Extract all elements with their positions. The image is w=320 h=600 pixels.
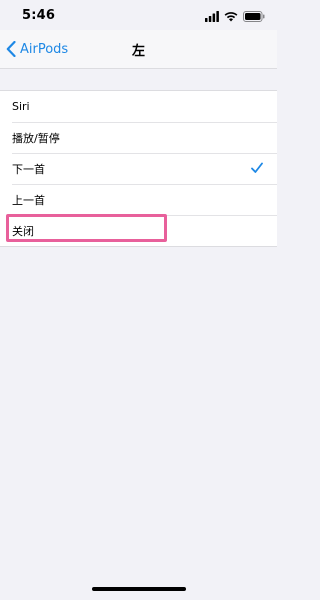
checkmark-icon [251,162,263,173]
status-time: 5:46 [22,8,56,23]
list-item-previous-track[interactable]: 上一首 [0,184,277,215]
list-item-label: 下一首 [12,162,45,176]
press-action-list: Siri 播放/暂停 下一首 上一首 关闭 [0,90,277,247]
list-item-siri[interactable]: Siri [0,91,277,122]
status-bar: 5:46 [0,0,277,30]
signal-bars-icon [205,10,219,22]
list-item-next-track[interactable]: 下一首 [0,153,277,184]
page-title: 左 [131,44,145,59]
battery-icon [243,10,265,22]
navigation-bar: AirPods 左 [0,30,277,69]
wifi-icon [224,11,238,21]
list-item-off[interactable]: 关闭 [0,215,277,246]
list-item-label: 上一首 [12,193,45,207]
airpods-left-press-settings-screen: 5:46 AirPods 左 Siri 播放/暂停 下一首 上一首 关闭 [0,0,277,600]
list-item-label: Siri [12,100,30,113]
list-item-label: 播放/暂停 [12,131,60,145]
home-indicator[interactable] [92,587,186,591]
list-item-label: 关闭 [12,224,34,238]
list-item-play-pause[interactable]: 播放/暂停 [0,122,277,153]
status-icons [205,10,265,22]
